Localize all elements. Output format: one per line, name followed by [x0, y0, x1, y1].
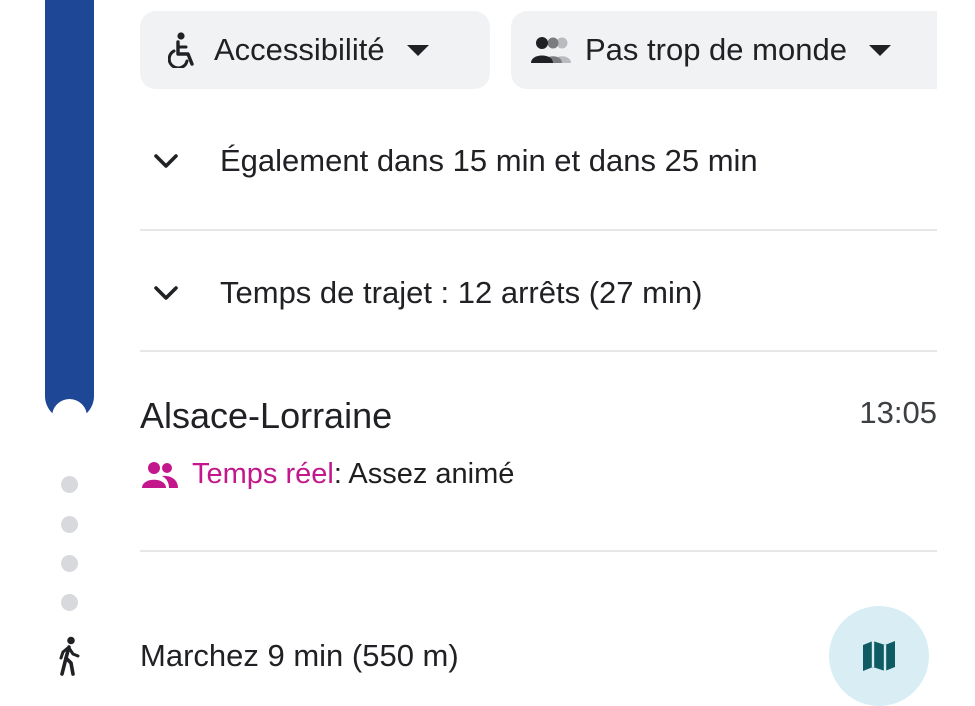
realtime-crowding-info: Temps réel : Assez animé [140, 458, 514, 491]
walk-instruction: Marchez 9 min (550 m) [140, 638, 459, 673]
realtime-separator: : [333, 458, 342, 490]
divider [140, 550, 937, 552]
walk-path-dot [61, 594, 78, 611]
trip-duration-row[interactable]: Temps de trajet : 12 arrêts (27 min) [140, 272, 702, 314]
accessibility-filter-chip[interactable]: Accessibilité [140, 11, 490, 89]
map-icon [861, 639, 897, 673]
crowd-status: Assez animé [341, 458, 515, 490]
people-icon [140, 461, 180, 489]
walk-path-dot [61, 516, 78, 533]
chevron-down-icon [140, 153, 200, 169]
people-icon [529, 35, 575, 65]
map-button[interactable] [829, 606, 929, 706]
crowding-filter-label: Pas trop de monde [585, 32, 847, 67]
wheelchair-icon [168, 32, 198, 68]
stop-arrival-time: 13:05 [859, 395, 937, 430]
stop-name: Alsace-Lorraine [140, 395, 393, 436]
divider [140, 229, 937, 231]
other-departures-row[interactable]: Également dans 15 min et dans 25 min [140, 140, 758, 182]
trip-duration-label: Temps de trajet : 12 arrêts (27 min) [220, 275, 703, 310]
accessibility-filter-label: Accessibilité [214, 32, 385, 67]
realtime-label: Temps réel [192, 458, 334, 490]
other-departures-label: Également dans 15 min et dans 25 min [220, 143, 758, 178]
crowding-filter-chip[interactable]: Pas trop de monde [511, 11, 937, 89]
transit-line-bar [45, 0, 94, 420]
chevron-down-icon [140, 285, 200, 301]
walk-path-dot [61, 476, 78, 493]
dropdown-caret-icon [868, 44, 891, 56]
stop-marker [52, 399, 87, 434]
dropdown-caret-icon [406, 44, 429, 56]
walk-path-dot [61, 555, 78, 572]
divider [140, 350, 937, 352]
walking-person-icon [55, 636, 85, 681]
